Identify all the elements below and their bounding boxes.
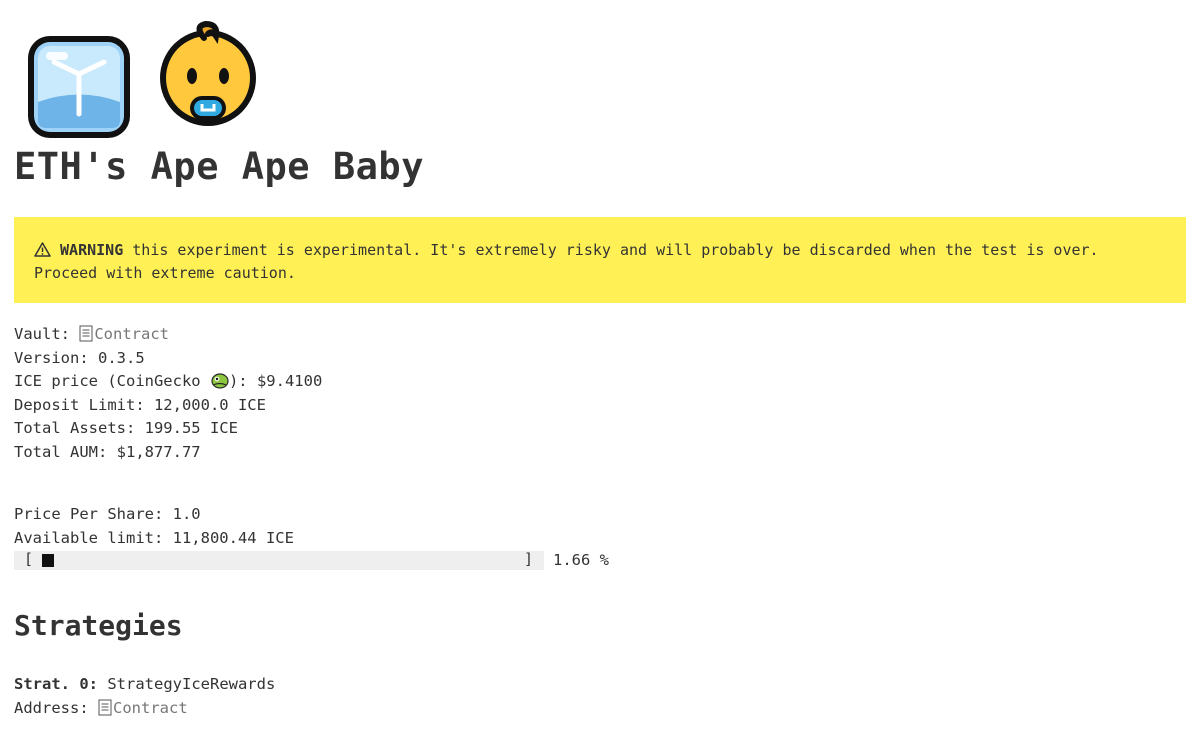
ice-price-suffix: ): $9.4100 xyxy=(228,372,323,390)
vault-contract-label: Contract xyxy=(94,325,169,343)
warning-label: WARNING xyxy=(60,241,124,259)
vault-info: Vault: Contract Version: 0.3.5 ICE price… xyxy=(14,323,322,464)
available-limit-row: Available limit: 11,800.44 ICE xyxy=(14,528,294,547)
progress-left-bracket: [ xyxy=(24,550,34,568)
warning-banner: WARNING this experiment is experimental.… xyxy=(14,217,1186,303)
emoji-header xyxy=(14,14,1186,138)
strategy-contract-link[interactable]: Contract xyxy=(98,699,188,717)
document-icon xyxy=(98,699,112,715)
vault-label: Vault: xyxy=(14,325,80,343)
progress-fill xyxy=(42,554,54,567)
deposit-limit-row: Deposit Limit: 12,000.0 ICE xyxy=(14,395,266,414)
warning-text: this experiment is experimental. It's ex… xyxy=(34,241,1099,282)
version-row: Version: 0.3.5 xyxy=(14,348,145,367)
strategy-address-label: Address: xyxy=(14,698,98,717)
ice-cube-icon xyxy=(28,36,130,138)
coingecko-icon xyxy=(211,373,229,389)
strategy-index: Strat. 0: xyxy=(14,675,98,693)
progress-bar: [ ] xyxy=(14,550,544,570)
baby-face-icon xyxy=(160,20,256,126)
ice-price-row: ICE price (CoinGecko ): $9.4100 xyxy=(14,370,322,394)
vault-row: Vault: Contract xyxy=(14,323,322,347)
progress-percent: 1.66 % xyxy=(553,551,609,569)
total-assets-row: Total Assets: 199.55 ICE xyxy=(14,419,238,437)
page-title: ETH's Ape Ape Baby xyxy=(14,145,424,188)
progress-right-bracket: ] xyxy=(524,550,534,568)
strategy-name-row: Strat. 0: StrategyIceRewards xyxy=(14,673,275,697)
warning-icon xyxy=(34,241,60,259)
strategy-address-row: Address: Contract xyxy=(14,697,275,721)
strategy-contract-label: Contract xyxy=(113,698,188,717)
strategy-name: StrategyIceRewards xyxy=(98,675,276,693)
strategies-heading: Strategies xyxy=(14,609,183,642)
document-icon xyxy=(79,325,93,342)
ice-price-prefix: ICE price (CoinGecko xyxy=(14,372,210,390)
vault-contract-link[interactable]: Contract xyxy=(79,325,169,343)
price-per-share-row: Price Per Share: 1.0 xyxy=(14,505,201,523)
share-info: Price Per Share: 1.0 Available limit: 11… xyxy=(14,503,294,550)
strategy-item: Strat. 0: StrategyIceRewards Address: Co… xyxy=(14,673,275,720)
total-aum-row: Total AUM: $1,877.77 xyxy=(14,442,201,461)
vault-page: ETH's Ape Ape Baby WARNING this experime… xyxy=(14,14,1186,717)
